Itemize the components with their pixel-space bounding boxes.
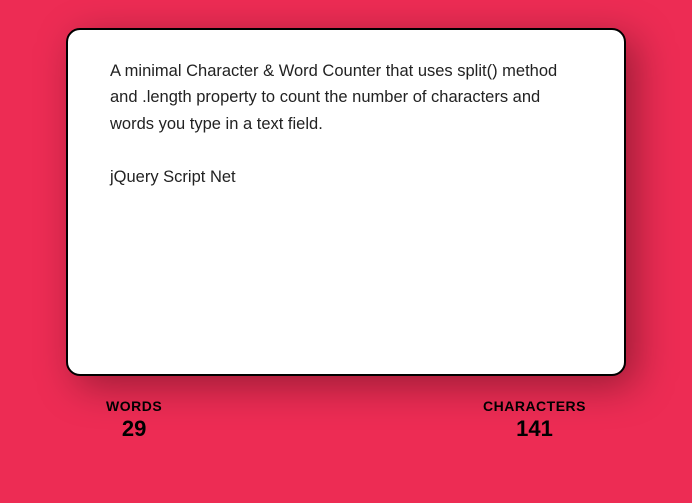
characters-value: 141 — [516, 416, 553, 442]
text-input[interactable] — [66, 28, 626, 376]
words-counter: WORDS 29 — [106, 398, 162, 442]
characters-label: CHARACTERS — [483, 398, 586, 414]
words-value: 29 — [122, 416, 146, 442]
characters-counter: CHARACTERS 141 — [483, 398, 586, 442]
words-label: WORDS — [106, 398, 162, 414]
counters-row: WORDS 29 CHARACTERS 141 — [66, 398, 626, 442]
textarea-container — [66, 28, 626, 376]
